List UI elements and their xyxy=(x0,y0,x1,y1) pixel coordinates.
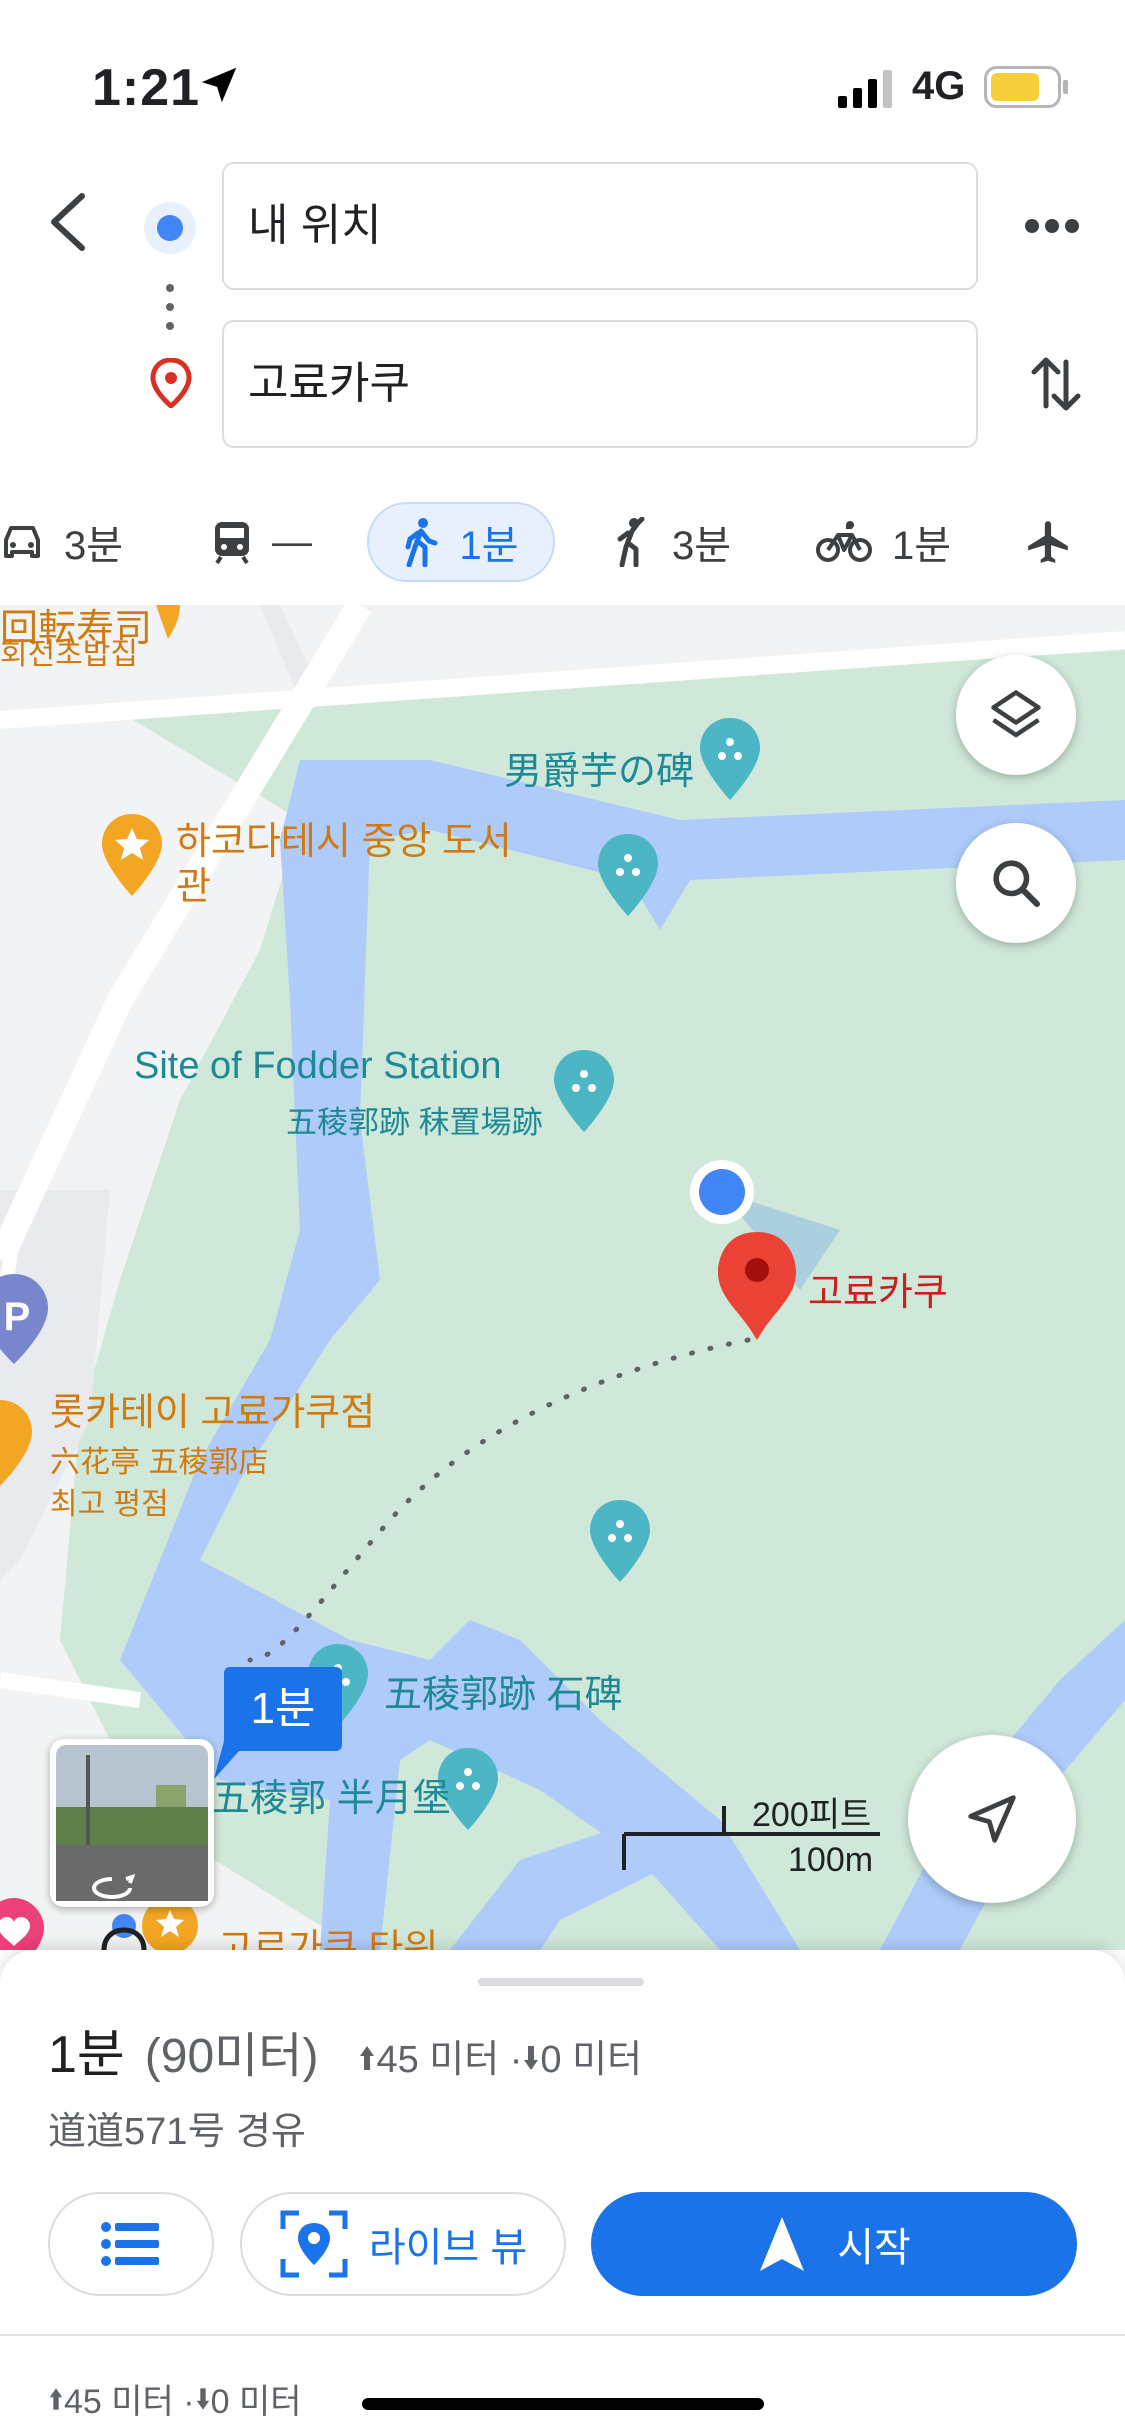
mode-transit[interactable]: — xyxy=(212,502,332,582)
route-elevation-gain: 45 미터 · xyxy=(376,2039,523,2081)
elevation-down-icon xyxy=(524,2046,539,2070)
sheet-divider xyxy=(0,2334,1125,2336)
my-location-dot-icon xyxy=(144,202,196,254)
navigation-start-icon xyxy=(760,2217,805,2271)
signal-icon xyxy=(838,70,892,108)
battery-icon xyxy=(984,66,1068,108)
poi-label-stone-monument: 五稜郭跡 石碑 xyxy=(384,1674,623,1716)
poi-label-sushi: 회전초밥집 xyxy=(0,638,138,671)
network-type: 4G xyxy=(912,64,966,108)
ride-hail-icon xyxy=(617,517,645,567)
poi-label-fodder-station-jp: 五稜郭跡 秣置場跡 xyxy=(286,1105,543,1140)
mode-ride-hail[interactable]: 3분 xyxy=(612,502,762,582)
destination-field[interactable]: 고료카쿠 xyxy=(222,320,978,448)
search-button[interactable] xyxy=(956,823,1076,943)
sheet-drag-handle[interactable] xyxy=(478,1978,644,1986)
mode-bike[interactable]: 1분 xyxy=(816,502,956,582)
scale-meters: 100m xyxy=(788,1841,874,1879)
route-duration: 1분 xyxy=(48,2026,125,2084)
mode-drive[interactable]: 3분 xyxy=(0,502,140,582)
elevation-up-icon xyxy=(360,2046,375,2070)
flight-icon xyxy=(1028,521,1068,563)
origin-field[interactable]: 내 위치 xyxy=(222,162,978,290)
poi-label-library: 하코다테시 중앙 도서 xyxy=(176,821,512,863)
footer-elevation-gain: 45 미터 · xyxy=(64,2383,195,2421)
more-options-icon[interactable] xyxy=(1024,216,1080,236)
footer-elevation: 45 미터 · 0 미터 xyxy=(48,2374,302,2423)
home-indicator xyxy=(362,2398,764,2410)
search-icon xyxy=(993,860,1041,908)
walk-icon xyxy=(405,518,438,567)
live-view-icon xyxy=(280,2210,348,2278)
poi-label-rating: 최고 평점 xyxy=(50,1488,169,1521)
route-dots-icon xyxy=(166,284,174,330)
live-view-button[interactable]: 라이브 뷰 xyxy=(240,2192,566,2296)
bicycle-icon xyxy=(816,521,872,562)
poi-label-library-2: 관 xyxy=(176,866,211,908)
layers-button[interactable] xyxy=(956,655,1076,775)
start-label: 시작 xyxy=(837,2226,911,2270)
recenter-button[interactable] xyxy=(908,1735,1076,1903)
list-icon xyxy=(101,2222,159,2266)
layers-icon xyxy=(991,690,1041,738)
navigation-arrow-icon xyxy=(968,1795,1016,1843)
elevation-up-icon-2 xyxy=(49,2387,63,2410)
swap-icon[interactable] xyxy=(1030,352,1082,416)
steps-button[interactable] xyxy=(48,2192,214,2296)
start-button[interactable]: 시작 xyxy=(591,2192,1077,2296)
route-time-badge[interactable]: 1분 xyxy=(224,1667,342,1751)
route-elevation-loss: 0 미터 xyxy=(540,2039,643,2081)
poi-label-monument: 男爵芋の碑 xyxy=(504,751,695,793)
route-via: 道道571号 경유 xyxy=(48,2111,306,2153)
transit-icon xyxy=(215,522,249,565)
map-view[interactable]: 回転寿司 회전초밥집 男爵芋の碑 하코다테시 중앙 도서 관 Site of F… xyxy=(0,605,1125,1950)
parking-icon[interactable]: P xyxy=(0,1295,34,1355)
footer-elevation-loss: 0 미터 xyxy=(210,2383,302,2421)
mode-walk[interactable]: 1분 xyxy=(367,502,555,582)
poi-label-fodder-station: Site of Fodder Station xyxy=(134,1045,502,1087)
back-icon[interactable] xyxy=(44,190,92,254)
location-arrow-icon xyxy=(201,67,237,103)
live-view-label: 라이브 뷰 xyxy=(368,2226,528,2270)
elevation-down-icon-2 xyxy=(196,2387,209,2410)
destination-pin-icon xyxy=(150,358,192,408)
scale-feet: 200피트 xyxy=(752,1796,872,1834)
car-icon xyxy=(4,526,40,558)
status-bar: 1:21 4G xyxy=(0,0,1125,150)
mode-flight[interactable] xyxy=(1024,502,1084,582)
status-time: 1:21 xyxy=(92,59,201,117)
street-view-thumbnail[interactable] xyxy=(50,1739,214,1907)
poi-label-restaurant-jp: 六花亭 五稜郭店 xyxy=(50,1446,269,1479)
destination-label: 고료카쿠 xyxy=(808,1272,948,1314)
route-summary: 1분 (90미터) 45 미터 · 0 미터 xyxy=(48,2012,642,2087)
route-distance: (90미터) xyxy=(144,2030,319,2083)
poi-label-tower: 고료가쿠 타워 xyxy=(218,1928,439,1950)
poi-label-restaurant: 롯카테이 고료가쿠점 xyxy=(50,1392,376,1434)
street-view-image xyxy=(56,1745,208,1901)
route-badge-pointer xyxy=(214,1741,248,1779)
